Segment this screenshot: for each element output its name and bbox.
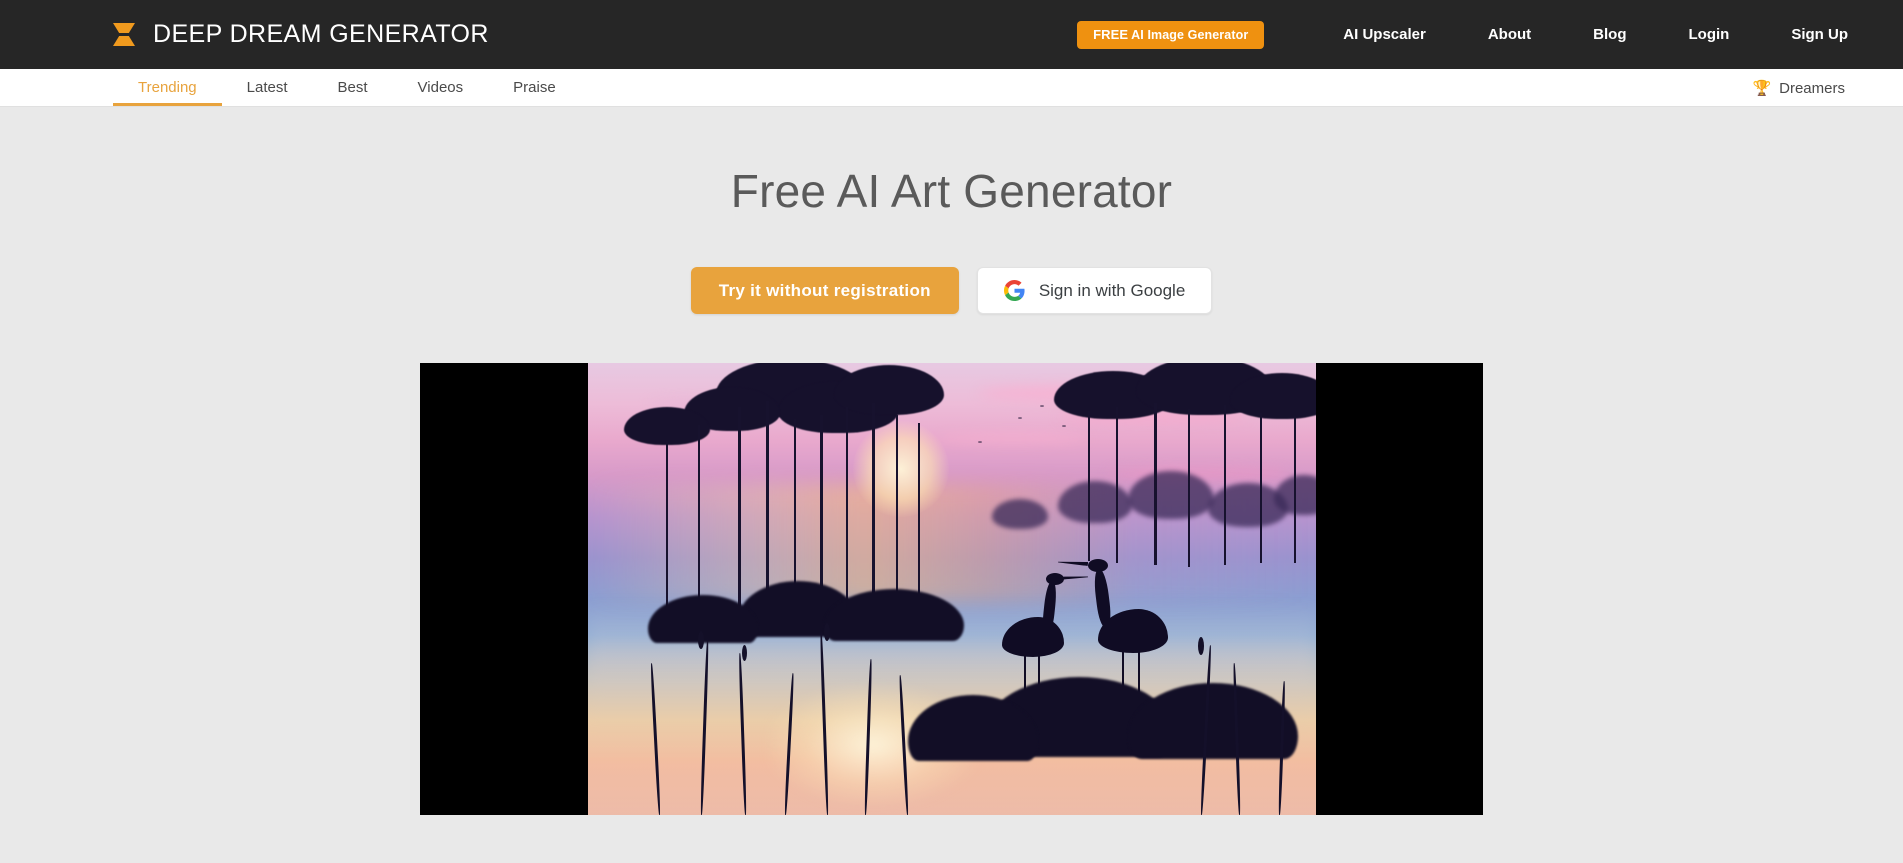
- tab-trending[interactable]: Trending: [113, 69, 222, 106]
- sub-navigation-bar: Trending Latest Best Videos Praise 🏆 Dre…: [0, 69, 1903, 107]
- tree-trunk: [1293, 417, 1296, 563]
- distant-tree: [991, 499, 1048, 529]
- tree-trunk: [1087, 411, 1090, 561]
- nav-link-about[interactable]: About: [1488, 26, 1531, 43]
- nav-link-ai-upscaler[interactable]: AI Upscaler: [1343, 26, 1426, 43]
- tree-trunk: [697, 425, 700, 623]
- header-nav: FREE AI Image Generator AI Upscaler About…: [1077, 0, 1903, 69]
- distant-tree: [1057, 481, 1132, 523]
- tab-best[interactable]: Best: [313, 69, 393, 106]
- tree-trunk: [737, 407, 741, 622]
- tab-latest[interactable]: Latest: [222, 69, 313, 106]
- dreamers-label: Dreamers: [1779, 79, 1845, 97]
- hero-section: Free AI Art Generator Try it without reg…: [0, 107, 1903, 863]
- hourglass-logo-icon: [113, 20, 135, 50]
- trophy-icon: 🏆: [1752, 79, 1772, 97]
- tree-trunk: [1115, 407, 1118, 563]
- tab-videos[interactable]: Videos: [393, 69, 489, 106]
- try-without-registration-button[interactable]: Try it without registration: [690, 267, 959, 314]
- nav-link-login[interactable]: Login: [1689, 26, 1730, 43]
- bird-speck: [1039, 405, 1044, 407]
- cta-label-text: AI Image Generator: [1131, 27, 1249, 42]
- tree-trunk: [1259, 413, 1262, 563]
- google-button-label: Sign in with Google: [1038, 280, 1186, 300]
- top-header: DEEP DREAM GENERATOR FREE AI Image Genera…: [0, 0, 1903, 69]
- reed-head: [697, 631, 704, 649]
- tree-trunk: [665, 441, 668, 623]
- nav-link-sign-up[interactable]: Sign Up: [1791, 26, 1848, 43]
- brand-title: DEEP DREAM GENERATOR: [153, 20, 489, 48]
- nav-link-blog[interactable]: Blog: [1593, 26, 1626, 43]
- content-tabs: Trending Latest Best Videos Praise: [113, 69, 581, 106]
- google-g-icon: [1003, 280, 1025, 301]
- sign-in-with-google-button[interactable]: Sign in with Google: [976, 267, 1213, 314]
- distant-tree: [1127, 471, 1214, 519]
- tree-trunk: [1187, 409, 1190, 567]
- reed-head: [741, 645, 747, 661]
- bird-speck: [977, 441, 982, 443]
- dreamers-link[interactable]: 🏆 Dreamers: [1752, 69, 1845, 107]
- sun-glow: [852, 421, 949, 517]
- reed-head: [1197, 637, 1204, 655]
- tree-trunk: [845, 407, 848, 627]
- free-ai-image-generator-button[interactable]: FREE AI Image Generator: [1077, 20, 1265, 49]
- brand-logo-link[interactable]: DEEP DREAM GENERATOR: [113, 20, 489, 50]
- tab-praise[interactable]: Praise: [488, 69, 581, 106]
- tree-trunk: [1153, 403, 1157, 565]
- cloud-streak: [937, 433, 1088, 444]
- bird-speck: [1017, 417, 1022, 419]
- featured-artwork-image[interactable]: [587, 363, 1316, 815]
- reed-head: [823, 623, 830, 641]
- page-title: Free AI Art Generator: [730, 165, 1173, 217]
- tree-trunk: [1223, 405, 1226, 565]
- tree-canopy: [833, 365, 944, 415]
- bird-speck: [1061, 425, 1066, 427]
- featured-artwork-card[interactable]: [420, 363, 1483, 815]
- cta-emphasis-text: FREE: [1093, 27, 1129, 42]
- hero-action-buttons: Try it without registration Sign in with…: [690, 267, 1213, 314]
